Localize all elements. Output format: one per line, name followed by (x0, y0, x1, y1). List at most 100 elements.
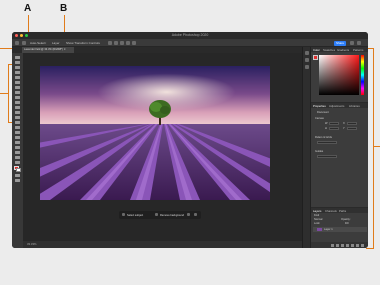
trash-icon[interactable] (361, 244, 364, 247)
y-label: Y (343, 127, 345, 130)
properties-panel-tabs: Properties Adjustments Libraries (311, 103, 368, 108)
align-center-icon[interactable] (114, 41, 118, 45)
history-panel-icon[interactable] (305, 51, 309, 55)
workspace-icon[interactable] (357, 41, 361, 45)
lock-label: Lock: (314, 222, 321, 225)
screen-mode-icon[interactable] (15, 179, 20, 182)
dodge-tool[interactable] (15, 126, 20, 129)
auto-select-dropdown[interactable]: Layer (52, 41, 60, 46)
height-field[interactable] (329, 127, 339, 130)
current-color-swatch[interactable] (313, 55, 318, 60)
tools-panel (12, 53, 23, 248)
object-selection-tool[interactable] (15, 71, 20, 74)
annotated-screenshot: A B Adobe Photoshop 2020 Auto-Select: La… (0, 0, 380, 285)
select-subject-icon (122, 213, 125, 216)
move-tool[interactable] (15, 56, 20, 59)
character-panel-icon[interactable] (305, 58, 309, 62)
hand-tool[interactable] (15, 151, 20, 154)
add-mask-icon[interactable] (341, 244, 344, 247)
hue-slider[interactable] (361, 55, 364, 95)
new-layer-icon[interactable] (356, 244, 359, 247)
tab-paths[interactable]: Paths (339, 209, 346, 213)
properties-title: Document (317, 111, 329, 114)
link-layers-icon[interactable] (331, 244, 334, 247)
lavender-field-image (40, 66, 270, 200)
remove-background-button[interactable]: Remove background (160, 213, 184, 218)
clone-stamp-tool[interactable] (15, 101, 20, 104)
gradient-tool[interactable] (15, 116, 20, 119)
layers-section: Layers Channels Paths Kind Normal Opacit… (311, 207, 368, 248)
tab-swatches[interactable]: Swatches (323, 48, 335, 52)
layer-name: Layer 1 (324, 228, 333, 231)
options-bar: Auto-Select: Layer Show Transform Contro… (12, 39, 368, 47)
align-right-icon[interactable] (120, 41, 124, 45)
remove-background-icon (155, 213, 158, 216)
blend-mode-select[interactable]: Normal (314, 218, 322, 221)
tab-adjustments[interactable]: Adjustments (329, 104, 344, 108)
tab-properties[interactable]: Properties (313, 104, 326, 108)
height-label: H (325, 127, 327, 130)
edit-toolbar-icon[interactable] (15, 161, 20, 164)
layer-row[interactable]: Layer 1 (313, 227, 367, 232)
lasso-tool[interactable] (15, 66, 20, 69)
healing-brush-tool[interactable] (15, 91, 20, 94)
toolbar-bracket-stub (0, 93, 8, 94)
tab-gradients[interactable]: Gradients (337, 48, 349, 52)
select-subject-button[interactable]: Select subject (127, 213, 143, 218)
history-brush-tool[interactable] (15, 106, 20, 109)
zoom-tool[interactable] (15, 156, 20, 159)
auto-select-checkbox[interactable]: Auto-Select: (30, 41, 46, 46)
frame-tool[interactable] (15, 81, 20, 84)
path-selection-tool[interactable] (15, 141, 20, 144)
color-picker-field[interactable] (319, 55, 359, 95)
tab-layers[interactable]: Layers (313, 209, 321, 213)
status-bar: 33.33% (23, 241, 302, 248)
more-options-icon[interactable] (132, 41, 136, 45)
search-icon[interactable] (350, 41, 354, 45)
share-button[interactable]: Share (334, 40, 346, 46)
rulers-grids-label: Rulers & Grids (315, 136, 332, 139)
grid-units-field[interactable] (317, 141, 337, 144)
show-transform-controls-checkbox[interactable]: Show Transform Controls (66, 41, 100, 46)
new-adjustment-icon[interactable] (346, 244, 349, 247)
eraser-tool[interactable] (15, 111, 20, 114)
rectangle-tool[interactable] (15, 146, 20, 149)
canvas-area[interactable]: Select subject Remove background (23, 53, 302, 248)
x-field[interactable] (347, 122, 357, 125)
more-actions-icon[interactable] (187, 213, 190, 216)
contextual-task-bar: Select subject Remove background (119, 211, 201, 219)
tab-libraries[interactable]: Libraries (349, 104, 360, 108)
y-field[interactable] (347, 127, 357, 130)
panel-icon-strip (302, 47, 310, 248)
width-field[interactable] (329, 122, 339, 125)
tab-patterns[interactable]: Patterns (353, 48, 363, 52)
new-group-icon[interactable] (351, 244, 354, 247)
distribute-icon[interactable] (126, 41, 130, 45)
marquee-tool[interactable] (15, 61, 20, 64)
layers-footer (311, 242, 368, 248)
paragraph-panel-icon[interactable] (305, 65, 309, 69)
panels-bracket-stub (373, 146, 380, 147)
color-panel-tabs: Color Swatches Gradients Patterns (311, 47, 368, 52)
brush-tool[interactable] (15, 96, 20, 99)
window-title: Adobe Photoshop 2020 (171, 32, 209, 37)
task-bar-options-icon[interactable] (194, 213, 197, 216)
tab-color[interactable]: Color (313, 48, 320, 52)
canvas-label: Canvas (315, 117, 324, 120)
layer-filter-kind[interactable]: Kind (314, 214, 319, 217)
tab-channels[interactable]: Channels (325, 209, 337, 213)
quick-mask-icon[interactable] (15, 174, 20, 177)
right-panels: Color Swatches Gradients Patterns Proper… (310, 47, 368, 248)
type-tool[interactable] (15, 136, 20, 139)
crop-tool[interactable] (15, 76, 20, 79)
add-style-icon[interactable] (336, 244, 339, 247)
pen-tool[interactable] (15, 131, 20, 134)
move-tool-icon[interactable] (22, 41, 26, 45)
eyedropper-tool[interactable] (15, 86, 20, 89)
blur-tool[interactable] (15, 121, 20, 124)
align-left-icon[interactable] (108, 41, 112, 45)
guides-field[interactable] (317, 155, 337, 158)
home-icon[interactable] (15, 41, 19, 45)
fill-label: Fill: (345, 222, 350, 225)
background-color-swatch[interactable] (16, 168, 21, 172)
